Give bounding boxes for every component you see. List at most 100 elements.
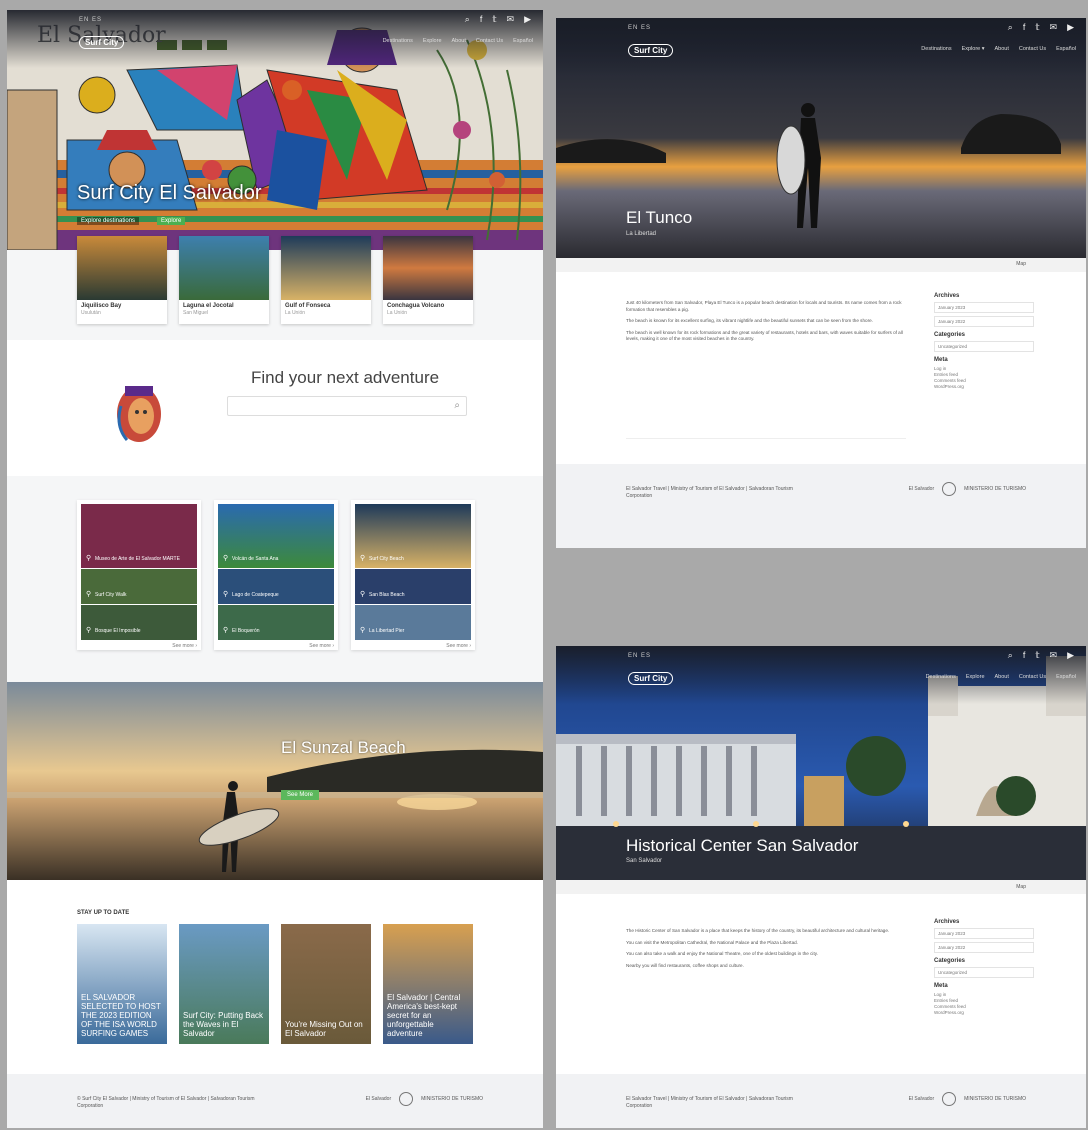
article-body: The Historic Center of San Salvador is a…	[626, 928, 916, 974]
tile-item[interactable]: ⚲ La Libertad Pier	[355, 605, 471, 640]
archive-item[interactable]: January 2022	[934, 942, 1034, 953]
tile-item[interactable]: ⚲ Museo de Arte de El Salvador MARTE	[81, 504, 197, 568]
nav-contact[interactable]: Contact Us	[1019, 46, 1046, 52]
historical-center-hero: EN ES ⌕ f 𝕥 ✉ ▶ Surf City Destinations E…	[556, 646, 1086, 880]
location-pin-icon: ⚲	[86, 591, 92, 598]
see-more-link[interactable]: See more ›	[218, 643, 334, 649]
hero-button[interactable]: Explore	[157, 217, 186, 225]
social-links: ⌕ f 𝕥 ✉ ▶	[1008, 650, 1074, 661]
mascot-illustration	[117, 386, 161, 442]
mail-icon[interactable]: ✉	[507, 14, 515, 25]
nav-destinations[interactable]: Destinations	[383, 38, 413, 44]
search-icon[interactable]: ⌕	[465, 14, 470, 25]
nav-explore[interactable]: Explore ▾	[962, 46, 985, 52]
destination-card[interactable]: Gulf of Fonseca La Unión	[281, 236, 371, 324]
twitter-icon[interactable]: 𝕥	[1035, 22, 1039, 33]
search-icon[interactable]: ⌕	[454, 400, 460, 411]
nav-explore[interactable]: Explore	[423, 38, 442, 44]
site-logo[interactable]: Surf City	[79, 36, 125, 49]
nav-language[interactable]: Español	[1056, 46, 1076, 52]
story-card[interactable]: Surf City: Putting Back the Waves in El …	[179, 924, 269, 1044]
sidebar: Archives January 2023 January 2022 Categ…	[934, 914, 1034, 1016]
archive-item[interactable]: January 2022	[934, 316, 1034, 327]
facebook-icon[interactable]: f	[1023, 22, 1026, 33]
nav-language[interactable]: Español	[513, 38, 533, 44]
youtube-icon[interactable]: ▶	[524, 14, 531, 25]
nav-contact[interactable]: Contact Us	[476, 38, 503, 44]
nav-contact[interactable]: Contact Us	[1019, 674, 1046, 680]
twitter-icon[interactable]: 𝕥	[492, 14, 496, 25]
card-location: Usulután	[81, 310, 101, 316]
top-navigation: EN ES ⌕ f 𝕥 ✉ ▶ Surf City Destinations E…	[556, 18, 1086, 76]
nav-explore[interactable]: Explore	[966, 674, 985, 680]
social-links: ⌕ f 𝕥 ✉ ▶	[465, 14, 531, 25]
card-location: San Miguel	[183, 310, 209, 316]
facebook-icon[interactable]: f	[480, 14, 483, 25]
category-item[interactable]: Uncategorized	[934, 967, 1034, 978]
destination-card[interactable]: Conchagua Volcano La Unión	[383, 236, 473, 324]
tile-item[interactable]: ⚲ El Boquerón	[218, 605, 334, 640]
map-link[interactable]: Map	[1016, 261, 1026, 267]
tile-item[interactable]: ⚲ Bosque El Imposible	[81, 605, 197, 640]
archive-item[interactable]: January 2023	[934, 302, 1034, 313]
divider	[626, 438, 906, 439]
facebook-icon[interactable]: f	[1023, 650, 1026, 661]
story-card[interactable]: You're Missing Out on El Salvador	[281, 924, 371, 1044]
meta-link[interactable]: WordPress.org	[934, 1010, 1034, 1016]
site-logo[interactable]: Surf City	[628, 44, 674, 57]
tile-item[interactable]: ⚲ Lago de Coatepeque	[218, 569, 334, 604]
see-more-link[interactable]: See more ›	[81, 643, 197, 649]
location-label: San Salvador	[626, 858, 663, 864]
youtube-icon[interactable]: ▶	[1067, 22, 1074, 33]
sunzal-title: El Sunzal Beach	[281, 738, 406, 757]
nav-about[interactable]: About	[452, 38, 466, 44]
location-pin-icon: ⚲	[86, 627, 92, 634]
search-icon[interactable]: ⌕	[1008, 22, 1013, 33]
map-bar	[556, 880, 1086, 894]
tile-item[interactable]: ⚲ Volcán de Santa Ana	[218, 504, 334, 568]
story-card[interactable]: EL SALVADOR SELECTED TO HOST THE 2023 ED…	[77, 924, 167, 1044]
el-salvador-logo: El Salvador	[908, 486, 935, 492]
nav-language[interactable]: Español	[1056, 674, 1076, 680]
search-input[interactable]: ⌕	[227, 396, 467, 416]
tile-item[interactable]: ⚲ Surf City Beach	[355, 504, 471, 568]
category-item[interactable]: Uncategorized	[934, 341, 1034, 352]
tile-item[interactable]: ⚲ Surf City Walk	[81, 569, 197, 604]
language-switcher[interactable]: EN ES	[628, 25, 651, 31]
ministry-seal-icon	[942, 1092, 957, 1106]
featured-cards: Jiquilisco Bay Usulután Laguna el Jocota…	[77, 236, 473, 324]
ministry-seal-icon	[942, 482, 957, 496]
language-switcher[interactable]: EN ES	[628, 653, 651, 659]
card-image	[383, 236, 473, 300]
archive-item[interactable]: January 2023	[934, 928, 1034, 939]
see-more-button[interactable]: See More	[281, 790, 320, 800]
footer: © Surf City El Salvador | Ministry of To…	[7, 1074, 543, 1128]
destination-card[interactable]: Jiquilisco Bay Usulután	[77, 236, 167, 324]
search-icon[interactable]: ⌕	[1008, 650, 1013, 661]
mail-icon[interactable]: ✉	[1050, 650, 1058, 661]
mail-icon[interactable]: ✉	[1050, 22, 1058, 33]
story-card[interactable]: El Salvador | Central America's best-kep…	[383, 924, 473, 1044]
meta-link[interactable]: WordPress.org	[934, 384, 1034, 390]
main-menu: Destinations Explore ▾ About Contact Us …	[921, 46, 1076, 52]
tile-item[interactable]: ⚲ San Blas Beach	[355, 569, 471, 604]
nav-about[interactable]: About	[995, 46, 1009, 52]
youtube-icon[interactable]: ▶	[1067, 650, 1074, 661]
see-more-link[interactable]: See more ›	[355, 643, 471, 649]
nav-about[interactable]: About	[995, 674, 1009, 680]
nav-destinations[interactable]: Destinations	[921, 46, 951, 52]
find-adventure-title: Find your next adventure	[251, 368, 440, 387]
card-title: Gulf of Fonseca	[285, 303, 331, 309]
map-bar	[556, 258, 1086, 272]
site-logo[interactable]: Surf City	[628, 672, 674, 685]
historical-center-page-panel: EN ES ⌕ f 𝕥 ✉ ▶ Surf City Destinations E…	[556, 646, 1086, 1128]
nav-destinations[interactable]: Destinations	[926, 674, 956, 680]
location-label: La Libertad	[626, 231, 657, 237]
article-paragraph: Just 40 kilometers from San Salvador, Pl…	[626, 300, 902, 312]
twitter-icon[interactable]: 𝕥	[1035, 650, 1039, 661]
map-link[interactable]: Map	[1016, 884, 1026, 890]
language-switcher[interactable]: EN ES	[79, 17, 102, 23]
article-paragraph: You can also take a walk and enjoy the N…	[626, 951, 818, 956]
destination-card[interactable]: Laguna el Jocotal San Miguel	[179, 236, 269, 324]
footer: El Salvador Travel | Ministry of Tourism…	[556, 464, 1086, 548]
